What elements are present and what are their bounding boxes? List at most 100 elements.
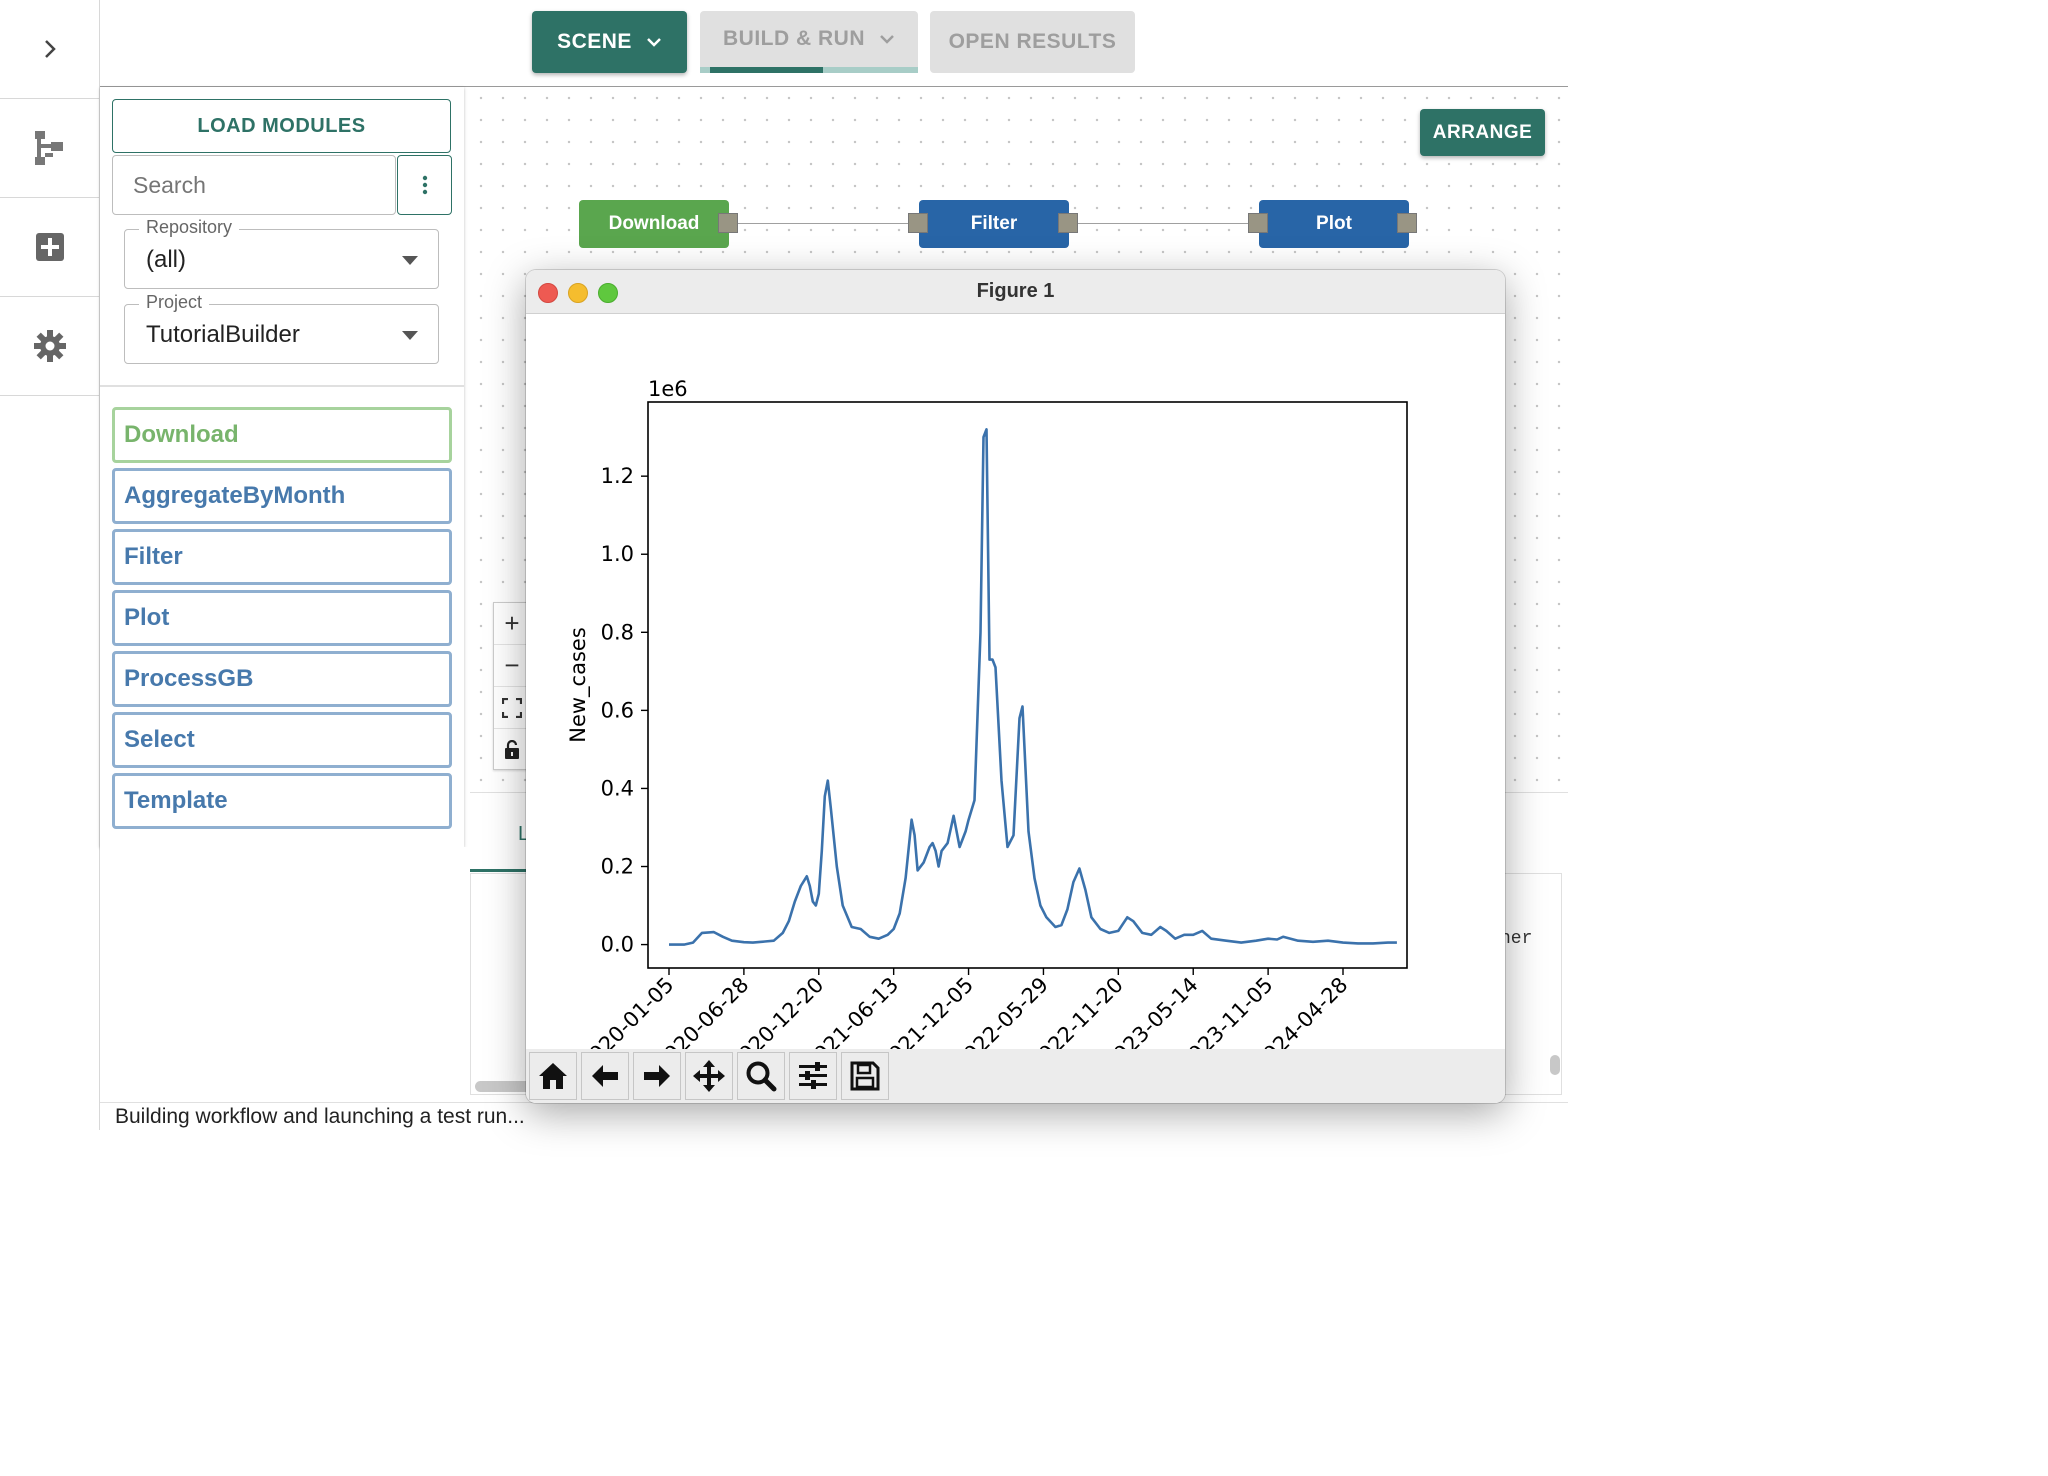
node-label: Plot (1316, 213, 1352, 234)
module-label: Plot (124, 604, 170, 631)
workflow-tree-button[interactable] (0, 99, 99, 198)
y-tick-label: 0.4 (601, 776, 634, 800)
chevron-down-icon (880, 35, 894, 44)
module-filter[interactable]: Filter (112, 529, 452, 585)
back-button[interactable] (581, 1052, 629, 1100)
y-tick-label: 0.2 (601, 855, 634, 879)
repository-value: (all) (146, 246, 186, 273)
port-filter-in[interactable] (908, 213, 928, 233)
repository-select[interactable]: Repository (all) (124, 217, 439, 289)
add-box-icon (35, 233, 64, 261)
fit-view-icon (502, 697, 522, 718)
node-label: Download (608, 213, 700, 234)
y-tick-label: 0.8 (601, 620, 634, 644)
plot-area (647, 401, 1408, 969)
caret-down-icon (402, 331, 418, 340)
zoom-out-button[interactable]: − (494, 645, 530, 687)
module-label: ProcessGB (124, 665, 254, 692)
module-aggregatebymonth[interactable]: AggregateByMonth (112, 468, 452, 524)
port-filter-out[interactable] (1058, 213, 1078, 233)
figure-title: Figure 1 (976, 280, 1055, 302)
open-results-button[interactable]: OPEN RESULTS (930, 11, 1135, 73)
module-select[interactable]: Select (112, 712, 452, 768)
panel-divider (100, 385, 464, 387)
node-plot[interactable]: Plot (1259, 200, 1409, 248)
arrange-button[interactable]: ARRANGE (1420, 109, 1545, 156)
scene-label: SCENE (557, 30, 632, 53)
pan-icon (693, 1060, 725, 1092)
tree-structure-icon (34, 131, 63, 165)
figure-titlebar[interactable]: Figure 1 (526, 270, 1505, 314)
build-run-menu-button[interactable]: BUILD & RUN (700, 11, 918, 73)
save-figure-button[interactable] (841, 1052, 889, 1100)
chevron-down-icon (647, 38, 661, 47)
fit-view-button[interactable] (494, 687, 530, 729)
x-tick-label: 2020-01-05 (575, 973, 678, 1049)
module-plot[interactable]: Plot (112, 590, 452, 646)
scene-menu-button[interactable]: SCENE (532, 11, 687, 73)
figure-toolbar (526, 1049, 1505, 1103)
configure-icon (799, 1062, 827, 1089)
y-tick-label: 1.0 (601, 542, 634, 566)
gear-icon (33, 330, 66, 362)
module-label: Select (124, 726, 195, 753)
status-bar: Building workflow and launching a test r… (100, 1102, 1568, 1131)
top-bar: SCENE BUILD & RUN OPEN RESULTS (100, 0, 1568, 87)
module-label: Template (124, 787, 228, 814)
forward-arrow-icon (644, 1065, 670, 1087)
add-module-button[interactable] (0, 198, 99, 297)
zoom-icon (746, 1061, 777, 1092)
y-axis-label: New_cases (566, 627, 591, 743)
lock-icon (505, 739, 519, 759)
project-value: TutorialBuilder (146, 321, 300, 348)
build-progress-bar (700, 67, 918, 73)
pan-button[interactable] (685, 1052, 733, 1100)
caret-down-icon (402, 256, 418, 265)
module-label: Filter (124, 543, 183, 570)
status-text: Building workflow and launching a test r… (115, 1105, 525, 1128)
module-processgb[interactable]: ProcessGB (112, 651, 452, 707)
port-plot-out[interactable] (1397, 213, 1417, 233)
load-modules-button[interactable]: LOAD MODULES (112, 99, 451, 153)
zoom-button[interactable] (737, 1052, 785, 1100)
open-results-label: OPEN RESULTS (948, 30, 1117, 53)
search-input[interactable] (112, 155, 396, 215)
configure-subplots-button[interactable] (789, 1052, 837, 1100)
settings-button[interactable] (0, 297, 99, 396)
empty-panel-area (100, 847, 470, 1102)
port-plot-in[interactable] (1248, 213, 1268, 233)
y-tick-label: 0.6 (601, 698, 634, 722)
left-rail (0, 0, 100, 1130)
project-select[interactable]: Project TutorialBuilder (124, 292, 439, 364)
save-icon (850, 1061, 880, 1091)
minus-icon: − (504, 650, 520, 680)
repository-label: Repository (139, 217, 240, 238)
edge-download-filter (738, 223, 909, 224)
y-multiplier-label: 1e6 (648, 377, 688, 401)
forward-button[interactable] (633, 1052, 681, 1100)
arrange-label: ARRANGE (1432, 121, 1533, 143)
active-tab-indicator (470, 869, 526, 872)
zoom-in-button[interactable]: + (494, 603, 530, 645)
node-filter[interactable]: Filter (919, 200, 1069, 248)
home-button[interactable] (529, 1052, 577, 1100)
home-icon (539, 1063, 567, 1089)
more-options-button[interactable] (397, 155, 452, 215)
port-download-out[interactable] (718, 213, 738, 233)
lock-button[interactable] (494, 729, 530, 770)
build-run-label: BUILD & RUN (723, 27, 865, 50)
module-panel: LOAD MODULES Repository (all) Project Tu… (100, 87, 464, 847)
module-label: Download (124, 421, 239, 448)
plus-icon: + (504, 608, 520, 638)
module-template[interactable]: Template (112, 773, 452, 829)
module-download[interactable]: Download (112, 407, 452, 463)
expand-chevron-button[interactable] (0, 0, 99, 99)
y-tick-label: 0.0 (601, 933, 634, 957)
chevron-right-icon (44, 40, 56, 58)
node-download[interactable]: Download (579, 200, 729, 248)
build-progress-fill (710, 67, 824, 73)
node-label: Filter (970, 213, 1018, 234)
vertical-scrollbar[interactable] (1550, 1055, 1560, 1075)
line-chart: 0.0 0.2 0.4 0.6 0.8 1.0 1.2 1e6 New_cases 2020-01… (566, 377, 1408, 1049)
back-arrow-icon (592, 1065, 618, 1087)
